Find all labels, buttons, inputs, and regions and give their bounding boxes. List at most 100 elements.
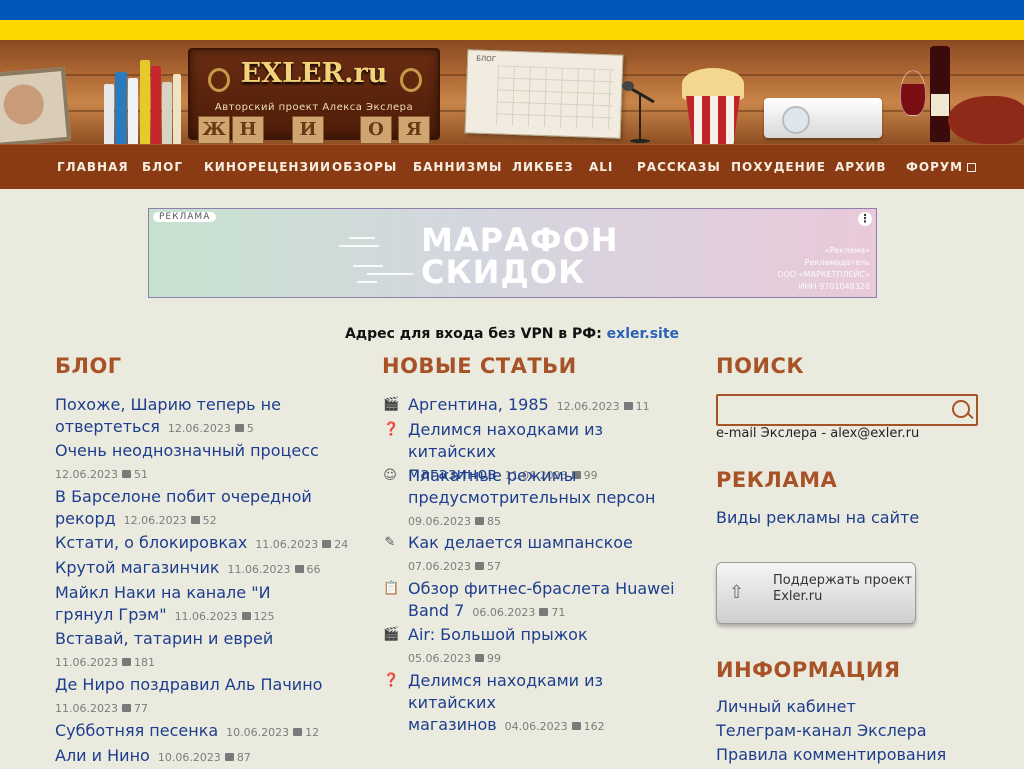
nav-item-likbez[interactable]: ЛИКБЕЗ — [512, 145, 574, 189]
nav-item-forum-label: ФОРУМ — [906, 160, 964, 174]
photo-frame-image — [0, 66, 72, 144]
author-email: e-mail Экслера - alex@exler.ru — [716, 426, 920, 441]
book-spine — [128, 78, 138, 144]
calendar-label: БЛОГ — [476, 54, 497, 64]
article-entry: Делимся находками из китайских магазинов… — [408, 670, 678, 738]
blog-entry-date: 11.06.2023 — [55, 702, 118, 715]
comment-count: 57 — [486, 560, 501, 573]
question-icon: ❓ — [383, 673, 400, 688]
speed-lines-icon — [339, 229, 419, 285]
nav-item-ali[interactable]: ALI — [589, 145, 613, 189]
comment-rules-link[interactable]: Правила комментирования — [716, 745, 946, 764]
support-project-button[interactable]: ⇧ Поддержать проект Exler.ru — [716, 562, 916, 624]
ad-tag: РЕКЛАМА — [153, 212, 217, 222]
comment-icon — [539, 608, 549, 616]
blog-entry-link[interactable]: Вставай, татарин и еврей — [55, 629, 273, 648]
blog-entry-link[interactable]: Очень неоднозначный процесс — [55, 441, 319, 460]
speed-line — [349, 237, 375, 239]
book-spine — [173, 74, 181, 144]
blog-entry-link[interactable]: Де Ниро поздравил Аль Пачино — [55, 675, 322, 694]
blog-entry-meta: 12.06.2023 52 — [124, 514, 217, 527]
letter-block: И — [292, 116, 324, 144]
blog-entry-date: 12.06.2023 — [55, 468, 118, 481]
blog-heading: БЛОГ — [55, 354, 122, 378]
comment-count: 52 — [202, 514, 217, 527]
clapperboard-icon: 🎬 — [383, 397, 400, 412]
blog-entry: Вставай, татарин и еврей 11.06.2023 181 — [55, 628, 345, 674]
nav-item-blog[interactable]: БЛОГ — [142, 145, 183, 189]
comment-icon — [241, 612, 251, 620]
nav-item-stories[interactable]: РАССКАЗЫ — [637, 145, 721, 189]
nav-item-home[interactable]: ГЛАВНАЯ — [57, 145, 129, 189]
article-entry-meta: 07.06.2023 57 — [408, 560, 501, 573]
clipboard-check-icon: 📋 — [383, 581, 400, 596]
speed-line — [353, 265, 383, 267]
article-entry: Плакатные режимы предусмотрительных перс… — [408, 465, 658, 533]
comment-icon — [322, 540, 332, 548]
blog-entry-link[interactable]: Кстати, о блокировках — [55, 533, 247, 552]
calendar-image: БЛОГ — [464, 49, 624, 139]
ad-types-link[interactable]: Виды рекламы на сайте — [716, 508, 919, 527]
nav-item-movie-reviews[interactable]: КИНОРЕЦЕНЗИИ — [204, 145, 331, 189]
personal-account-link[interactable]: Личный кабинет — [716, 697, 856, 716]
blog-entry: Кстати, о блокировках 11.06.2023 24 — [55, 532, 355, 556]
flag-banner — [0, 0, 1024, 40]
flag-blue-stripe — [0, 0, 1024, 20]
blog-entry-meta: 12.06.2023 5 — [168, 422, 254, 435]
blog-entry-date: 12.06.2023 — [123, 514, 187, 527]
article-entry-date: 07.06.2023 — [408, 560, 471, 573]
blog-entry: Де Ниро поздравил Аль Пачино 11.06.2023 77 — [55, 674, 345, 720]
pencil-icon: ✎ — [384, 535, 396, 550]
article-entry-link[interactable]: Аргентина, 1985 — [408, 395, 549, 414]
article-entry-meta: 12.06.2023 11 — [557, 400, 650, 413]
comment-icon — [474, 517, 484, 525]
ad-banner[interactable]: РЕКЛАМА ⋮ МАРАФОН СКИДОК «Реклама» Рекла… — [148, 208, 877, 298]
popcorn-top — [682, 68, 744, 100]
blog-entry-link[interactable]: Крутой магазинчик — [55, 558, 220, 577]
comment-count: 51 — [133, 468, 148, 481]
letter-block: Ж — [198, 116, 230, 144]
site-logo-subtitle: Авторский проект Алекса Экслера — [214, 102, 414, 113]
comment-count: 12 — [305, 726, 320, 739]
projector-lens — [782, 106, 810, 134]
comment-count: 71 — [551, 606, 566, 619]
comment-count: 162 — [583, 720, 605, 733]
nav-item-archive[interactable]: АРХИВ — [835, 145, 887, 189]
main-nav: ГЛАВНАЯ БЛОГ КИНОРЕЦЕНЗИИ ОБЗОРЫ БАННИЗМ… — [0, 144, 1024, 189]
letter-block: Я — [398, 116, 430, 144]
comment-icon — [294, 565, 304, 573]
nav-item-bannizmy[interactable]: БАННИЗМЫ — [413, 145, 502, 189]
book-spine — [115, 72, 127, 144]
microphone-image — [622, 81, 655, 143]
blog-entry-link[interactable]: Субботняя песенка — [55, 721, 218, 740]
site-header: EXLER.ru Авторский проект Алекса Экслера… — [0, 40, 1024, 144]
books-image — [100, 50, 181, 144]
search-input[interactable] — [716, 394, 978, 426]
face-image — [2, 82, 46, 127]
calendar-grid — [495, 65, 614, 130]
comment-count: 5 — [246, 422, 254, 435]
ad-menu-icon[interactable]: ⋮ — [858, 212, 872, 226]
article-entry-link[interactable]: Плакатные режимы предусмотрительных перс… — [408, 466, 656, 507]
nav-item-weight-loss[interactable]: ПОХУДЕНИЕ — [731, 145, 826, 189]
book-spine — [104, 84, 114, 144]
telegram-channel-link[interactable]: Телеграм-канал Экслера — [716, 721, 927, 740]
comment-count: 99 — [486, 652, 501, 665]
article-entry-date: 12.06.2023 — [556, 400, 620, 413]
article-entry-link[interactable]: Как делается шампанское — [408, 533, 633, 552]
article-entry: Air: Большой прыжок 05.06.2023 99 — [408, 624, 678, 670]
nav-item-reviews[interactable]: ОБЗОРЫ — [332, 145, 397, 189]
blog-entry-date: 10.06.2023 — [157, 751, 221, 764]
vpn-mirror-link[interactable]: exler.site — [607, 326, 679, 342]
blog-entry-meta: 12.06.2023 51 — [55, 468, 148, 481]
ad-legal-line: Рекламодатель — [804, 258, 870, 267]
article-entry-link[interactable]: Air: Большой прыжок — [408, 625, 588, 644]
blog-entry-meta: 11.06.2023 181 — [55, 656, 155, 669]
comment-icon — [121, 704, 131, 712]
external-link-icon — [967, 163, 977, 172]
blog-entry-date: 11.06.2023 — [174, 610, 238, 623]
nav-item-forum[interactable]: ФОРУМ — [906, 145, 977, 189]
blog-entry-link[interactable]: Али и Нино — [55, 746, 150, 765]
letter-block: Н — [232, 116, 264, 144]
search-icon[interactable] — [952, 400, 970, 418]
